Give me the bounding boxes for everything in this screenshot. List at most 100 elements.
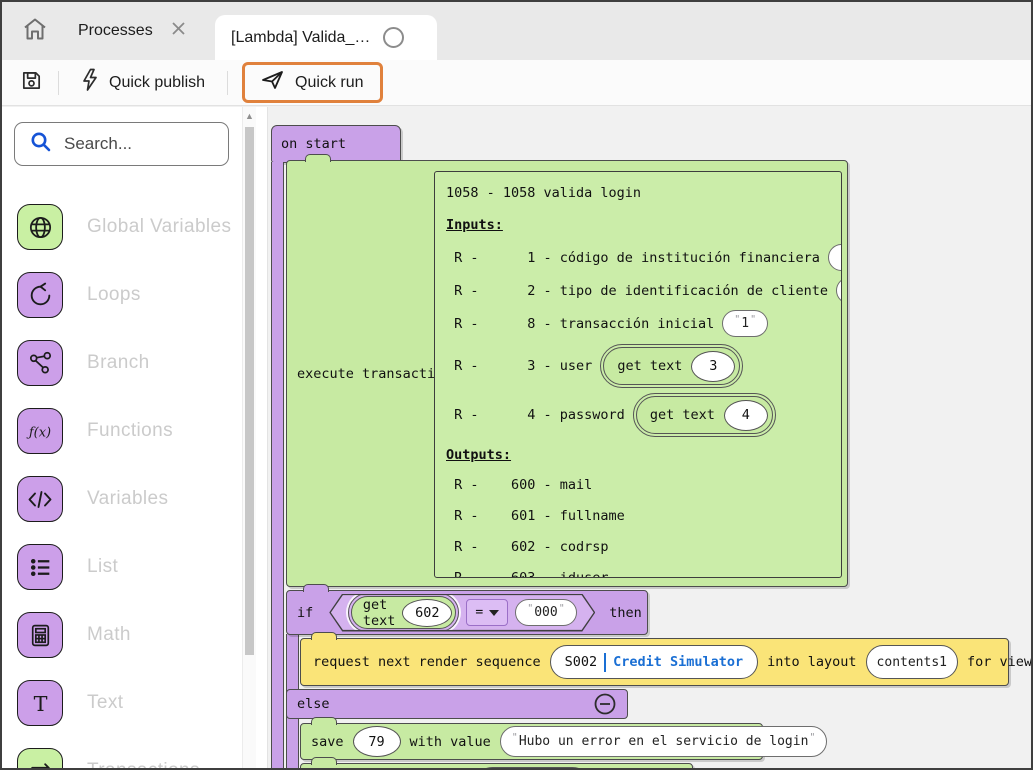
- input-row: R - 4 - password get text 4: [446, 392, 841, 438]
- sidebar-item-math[interactable]: Math: [2, 601, 242, 669]
- branch-icon: [17, 340, 63, 386]
- sidebar-item-label: Text: [87, 692, 123, 714]
- sidebar-item-functions[interactable]: ƒ(x) Functions: [2, 397, 242, 465]
- get-text-block[interactable]: get text 4: [633, 393, 776, 437]
- sidebar-item-list[interactable]: List: [2, 533, 242, 601]
- connector-notch: [311, 757, 337, 765]
- scroll-up-arrow-icon[interactable]: ▲: [243, 111, 256, 121]
- if-block[interactable]: if get text602 = "000" then: [286, 590, 648, 635]
- get-text-block[interactable]: [473, 767, 592, 768]
- request-render-block[interactable]: request next render sequence S002 Credit…: [300, 638, 1009, 686]
- scrollbar-thumb[interactable]: [245, 127, 254, 655]
- sidebar-item-transactions[interactable]: Transactions: [2, 737, 242, 770]
- on-start-label: on start: [281, 136, 346, 152]
- output-row: R - 602 - codrsp: [446, 536, 841, 558]
- send-icon: [261, 70, 285, 95]
- register-field[interactable]: 3: [691, 351, 735, 382]
- with-value-label: with value: [410, 734, 491, 750]
- value: Hubo un error en el servicio de login: [519, 734, 809, 749]
- input-row-text: R - 3 - user: [446, 358, 592, 374]
- sidebar-item-global-variables[interactable]: Global Variables: [2, 193, 242, 261]
- into-layout-label: into layout: [767, 654, 856, 670]
- save-block[interactable]: save 79 with value "Hubo un error en el …: [300, 723, 763, 760]
- function-icon: ƒ(x): [17, 408, 63, 454]
- inputs-header: Inputs:: [446, 217, 503, 233]
- tab-processes-label: Processes: [78, 22, 153, 40]
- value-pill[interactable]: "1": [722, 310, 768, 337]
- register-field[interactable]: 4: [724, 400, 768, 431]
- svg-text:ƒ(x): ƒ(x): [26, 425, 51, 440]
- connector-notch: [311, 632, 337, 640]
- vertical-scrollbar: ▲: [242, 107, 256, 768]
- layout-pill[interactable]: contents1: [866, 645, 958, 679]
- value-pill[interactable]: "Hubo un error en el servicio de login": [500, 726, 828, 757]
- tab-processes[interactable]: Processes: [78, 16, 186, 46]
- quick-publish-button[interactable]: Quick publish: [71, 68, 215, 97]
- register-field[interactable]: 602: [402, 599, 452, 627]
- input-row-text: R - 4 - password: [446, 407, 625, 423]
- search-input[interactable]: [64, 134, 204, 154]
- code-icon: [17, 476, 63, 522]
- partial-block[interactable]: [300, 763, 693, 768]
- home-icon: [22, 17, 48, 46]
- sidebar-item-label: Functions: [87, 420, 173, 442]
- value: 1: [741, 316, 749, 331]
- collapse-minus-icon[interactable]: [593, 692, 617, 716]
- get-text-label: get text: [650, 407, 715, 423]
- text-icon: T: [17, 680, 63, 726]
- home-button[interactable]: [18, 16, 52, 46]
- compare-value-pill[interactable]: "000": [515, 599, 577, 626]
- sidebar-item-loops[interactable]: Loops: [2, 261, 242, 329]
- save-button[interactable]: [16, 68, 46, 98]
- request-render-label: request next render sequence: [313, 654, 541, 670]
- input-row: R - 3 - user get text 3: [446, 343, 841, 389]
- get-text-label: get text: [617, 358, 682, 374]
- operator-dropdown[interactable]: =: [466, 599, 508, 626]
- sidebar-item-label: Transactions: [87, 760, 200, 770]
- close-icon[interactable]: [171, 21, 186, 41]
- get-text-block[interactable]: get text602: [348, 593, 460, 632]
- sidebar-item-text[interactable]: T Text: [2, 669, 242, 737]
- app-window: Processes [Lambda] Valida_…: [0, 0, 1033, 770]
- search-box[interactable]: [14, 122, 229, 166]
- input-row-text: R - 8 - transacción inicial: [446, 316, 714, 332]
- transaction-detail-panel: 1058 - 1058 valida login Inputs: R - 1 -…: [434, 171, 842, 578]
- get-text-block[interactable]: get text 3: [600, 344, 743, 388]
- block-palette-sidebar: Global Variables Loops: [2, 107, 242, 768]
- connector-notch: [311, 717, 337, 725]
- calculator-icon: [17, 612, 63, 658]
- value-pill[interactable]: "VRTR": [836, 277, 842, 304]
- else-row[interactable]: else: [286, 689, 628, 719]
- register-field[interactable]: 79: [353, 726, 401, 757]
- block-canvas[interactable]: on start execute transaction 1058 - 1058…: [267, 107, 1031, 768]
- input-row: R - 8 - transacción inicial "1": [446, 310, 841, 337]
- execute-transaction-block[interactable]: execute transaction 1058 - 1058 valida l…: [286, 160, 848, 587]
- else-label: else: [297, 696, 330, 712]
- tab-bar: Processes [Lambda] Valida_…: [2, 2, 1031, 60]
- tab-lambda-valida[interactable]: [Lambda] Valida_…: [215, 15, 437, 60]
- if-label: if: [297, 605, 313, 621]
- on-start-spine: [271, 162, 284, 768]
- quick-run-label: Quick run: [295, 74, 363, 92]
- value: 000: [534, 605, 557, 620]
- sidebar-item-branch[interactable]: Branch: [2, 329, 242, 397]
- quick-run-button[interactable]: Quick run: [242, 62, 382, 103]
- save-icon: [20, 69, 43, 97]
- get-text-label: get text: [363, 597, 396, 629]
- connector-notch: [305, 154, 331, 162]
- sidebar-item-variables[interactable]: Variables: [2, 465, 242, 533]
- globe-icon: [17, 204, 63, 250]
- sequence-pill[interactable]: S002 Credit Simulator: [550, 645, 759, 679]
- value-pill[interactable]: "0000": [828, 244, 842, 271]
- tab-lambda-label: [Lambda] Valida_…: [231, 29, 370, 47]
- operator-value: =: [475, 605, 483, 620]
- separator: [604, 653, 606, 672]
- toolbar: Quick publish Quick run: [2, 60, 1031, 106]
- output-row: R - 603 - iduser: [446, 567, 841, 578]
- lightning-icon: [81, 68, 99, 97]
- sequence-code: S002: [565, 654, 598, 670]
- transaction-title: 1058 - 1058 valida login: [446, 183, 841, 203]
- connector-notch: [303, 584, 329, 592]
- then-label: then: [609, 605, 642, 621]
- on-start-block[interactable]: on start: [271, 125, 401, 163]
